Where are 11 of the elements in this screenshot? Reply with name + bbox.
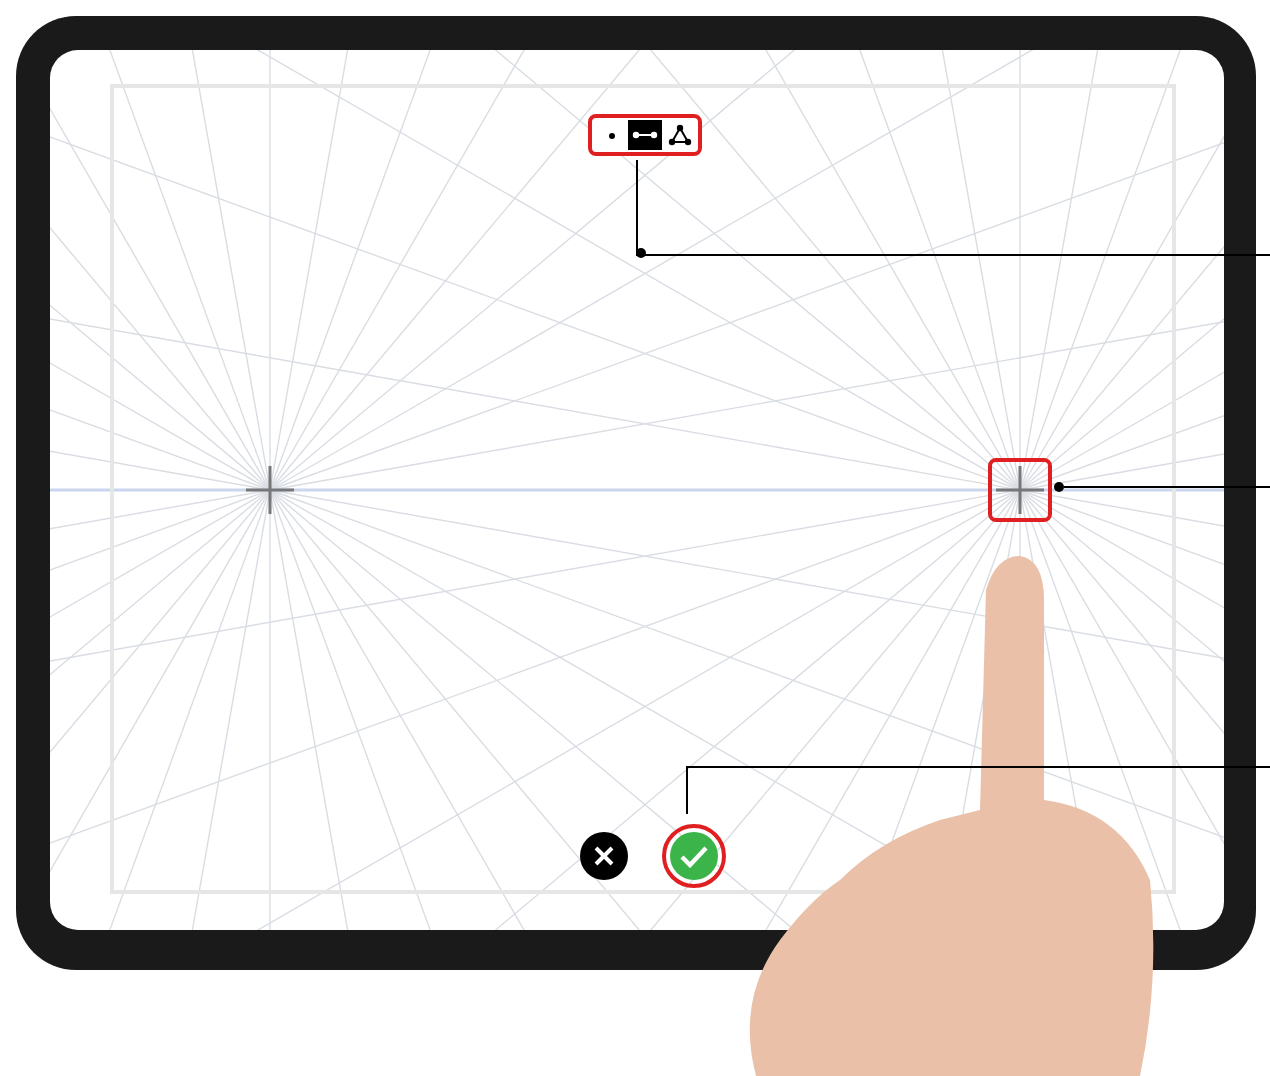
checkmark-icon [680, 845, 708, 867]
triangle-dots-icon [667, 124, 691, 146]
close-icon [594, 846, 614, 866]
plus-icon [244, 464, 296, 516]
perspective-mode-button[interactable] [628, 120, 662, 150]
two-dots-line-icon [632, 130, 658, 140]
plus-icon [994, 464, 1046, 516]
perspective-mode-button[interactable] [662, 120, 696, 150]
confirm-button[interactable] [670, 832, 718, 880]
vanishing-point-handle[interactable] [988, 458, 1052, 522]
dot-icon [607, 131, 615, 139]
